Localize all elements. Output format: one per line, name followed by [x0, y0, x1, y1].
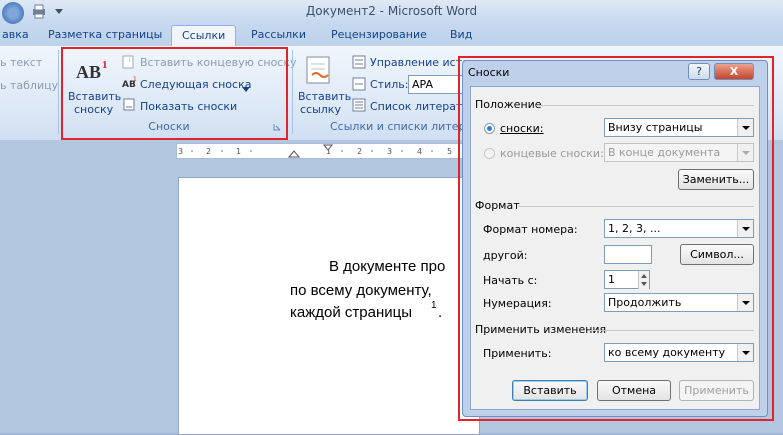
document-line-3-period: .: [438, 304, 443, 321]
document-line-1: В документе про: [329, 258, 446, 275]
tab-review[interactable]: Рецензирование: [331, 28, 427, 41]
insert-citation-button[interactable]: Вставить: [298, 90, 351, 103]
toc-text-item[interactable]: ь текст: [0, 56, 42, 69]
bibliography-icon[interactable]: [352, 98, 366, 112]
svg-text:5: 5: [447, 147, 452, 156]
horizontal-ruler[interactable]: 32112345: [176, 143, 468, 159]
dialog-highlight: [458, 56, 774, 421]
tab-view[interactable]: Вид: [450, 28, 472, 41]
svg-text:4: 4: [417, 147, 422, 156]
tab-insert[interactable]: авка: [2, 28, 29, 41]
svg-text:2: 2: [357, 147, 362, 156]
tab-page-layout[interactable]: Разметка страницы: [48, 28, 162, 41]
svg-text:2: 2: [206, 147, 211, 156]
bibliography-button[interactable]: Список литерат: [370, 100, 462, 113]
style-select[interactable]: APA: [408, 75, 464, 94]
tab-mailings[interactable]: Рассылки: [251, 28, 306, 41]
group-separator: [292, 50, 293, 134]
footnote-reference-mark: 1: [431, 300, 437, 311]
manage-sources-icon[interactable]: [352, 55, 366, 69]
tab-references[interactable]: Ссылки: [171, 25, 237, 46]
style-label: Стиль:: [370, 78, 409, 91]
style-select-value: APA: [412, 78, 433, 91]
group-separator: [58, 50, 59, 134]
insert-citation-button-line2[interactable]: ссылку: [300, 103, 341, 116]
ribbon-tabs: авка Разметка страницы Ссылки Рассылки Р…: [0, 24, 783, 46]
insert-citation-icon[interactable]: [304, 55, 334, 87]
svg-text:1: 1: [236, 147, 241, 156]
citations-group-label: Ссылки и списки литерат: [330, 120, 479, 133]
document-line-2: по всему документу,: [290, 282, 432, 299]
title-bar: Документ2 - Microsoft Word: [0, 0, 783, 24]
toc-table-item[interactable]: ь таблицу: [0, 79, 58, 92]
style-icon: [352, 77, 366, 91]
window-title: Документ2 - Microsoft Word: [305, 4, 478, 18]
svg-text:3: 3: [387, 147, 392, 156]
manage-sources-button[interactable]: Управление исто: [370, 56, 469, 69]
document-line-3: каждой страницы: [290, 304, 412, 321]
svg-text:3: 3: [178, 147, 183, 156]
footnotes-group-highlight: [61, 47, 288, 140]
